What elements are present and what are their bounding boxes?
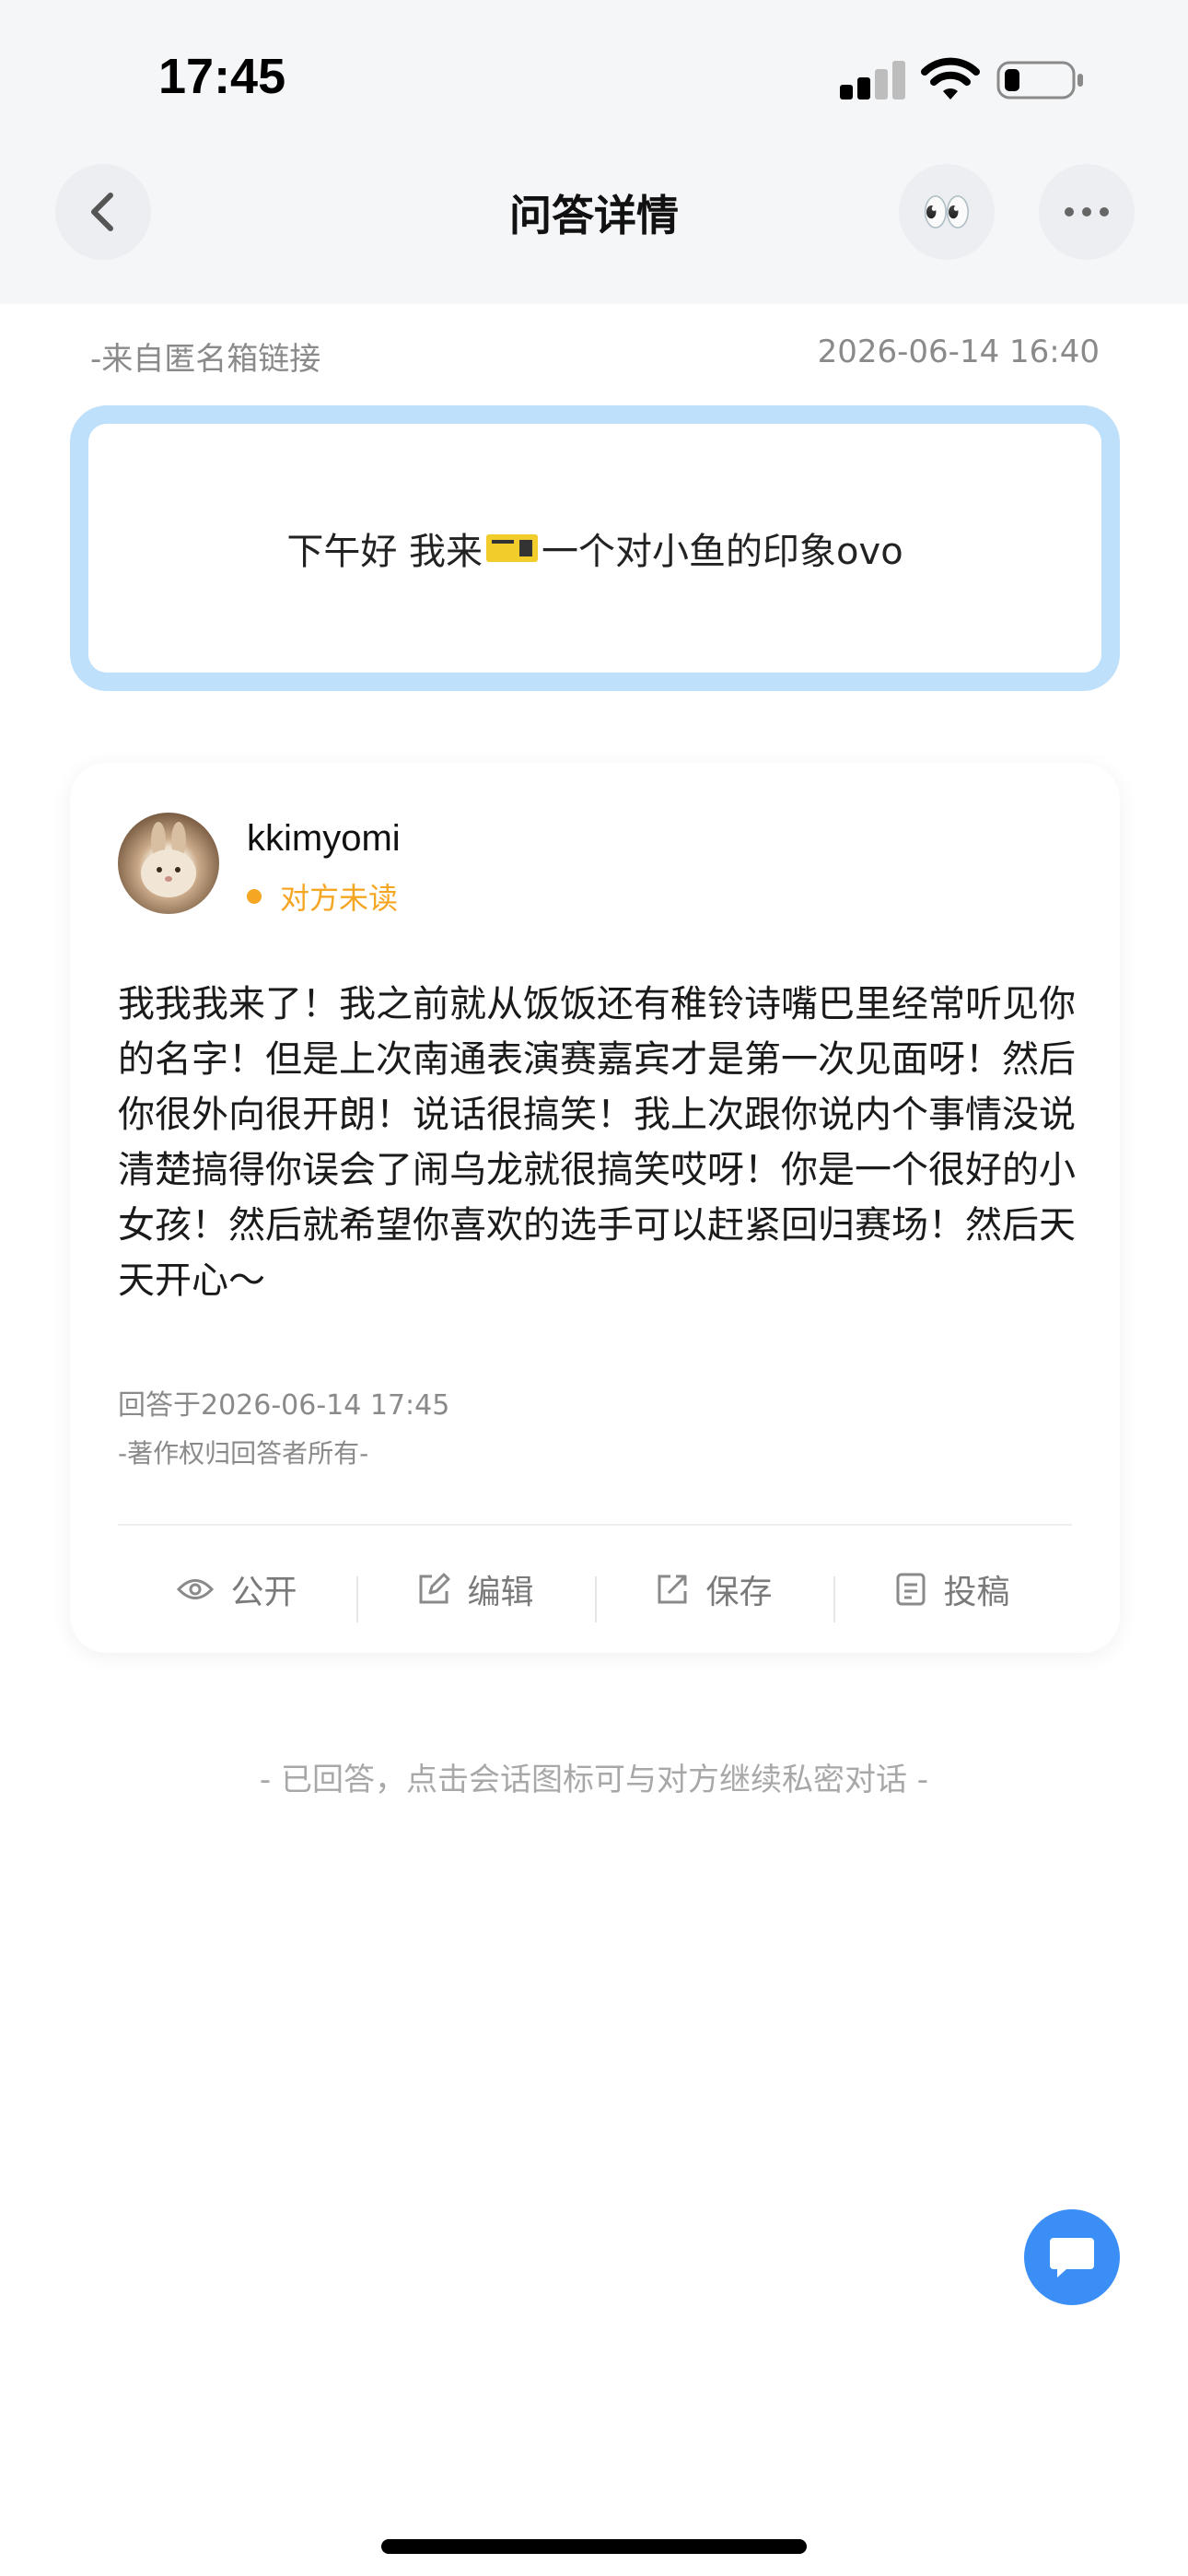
question-source: -来自匿名箱链接 (90, 341, 321, 378)
rabbit-avatar-icon (141, 822, 196, 897)
action-bar: 公开 编辑 保存 投稿 (118, 1548, 1072, 1631)
question-text: 下午好 我来 一个对小鱼的印象ovo (286, 521, 903, 575)
wifi-icon (921, 57, 980, 100)
question-time: 2026-06-14 16:40 (817, 334, 1100, 370)
read-status-label: 对方未读 (280, 881, 399, 916)
answered-time: 回答于2026-06-14 17:45 (118, 1389, 450, 1422)
page: 17:45 问答详情 👀 -来自匿名箱链接 2026-06-14 16:40 下… (0, 0, 1188, 2576)
public-label: 公开 (230, 1574, 297, 1611)
cellular-signal-icon (840, 61, 905, 100)
status-dot-icon (247, 889, 262, 904)
save-button[interactable]: 保存 (595, 1565, 833, 1622)
battery-icon (996, 61, 1083, 100)
more-button[interactable] (1039, 164, 1135, 260)
chat-button[interactable] (1024, 2209, 1120, 2305)
avatar[interactable] (118, 813, 219, 914)
edit-icon (419, 1573, 450, 1604)
eyes-icon: 👀 (921, 189, 973, 236)
question-text-before: 下午好 我来 (286, 531, 483, 573)
header-area: 17:45 问答详情 👀 (0, 0, 1188, 304)
edit-button[interactable]: 编辑 (356, 1565, 595, 1622)
divider (118, 1524, 1072, 1526)
page-title: 问答详情 (509, 191, 679, 240)
status-time: 17:45 (158, 49, 286, 104)
more-icon (1065, 207, 1109, 217)
document-icon (896, 1573, 926, 1606)
answered-hint: - 已回答，点击会话图标可与对方继续私密对话 - (259, 1762, 929, 1798)
submit-label: 投稿 (943, 1574, 1010, 1611)
read-status: 对方未读 (247, 875, 398, 918)
share-icon (658, 1575, 687, 1604)
save-label: 保存 (705, 1574, 773, 1611)
username: kkimyomi (247, 818, 401, 859)
chat-bubble-icon (1050, 2238, 1094, 2277)
ticket-icon (486, 534, 539, 562)
copyright-note: -著作权归回答者所有- (118, 1438, 369, 1469)
eyes-button[interactable]: 👀 (899, 164, 995, 260)
home-indicator[interactable] (381, 2539, 807, 2554)
submit-button[interactable]: 投稿 (833, 1565, 1072, 1622)
edit-label: 编辑 (467, 1574, 534, 1611)
question-text-after: 一个对小鱼的印象ovo (542, 531, 903, 573)
answer-text: 我我我来了！我之前就从饭饭还有稚铃诗嘴巴里经常听见你的名字！但是上次南通表演赛嘉… (118, 983, 1076, 1302)
answer-card: kkimyomi 对方未读 我我我来了！我之前就从饭饭还有稚铃诗嘴巴里经常听见你… (70, 763, 1120, 1653)
question-card: 下午好 我来 一个对小鱼的印象ovo (70, 405, 1120, 691)
eye-icon (177, 1579, 215, 1599)
public-button[interactable]: 公开 (118, 1565, 356, 1613)
